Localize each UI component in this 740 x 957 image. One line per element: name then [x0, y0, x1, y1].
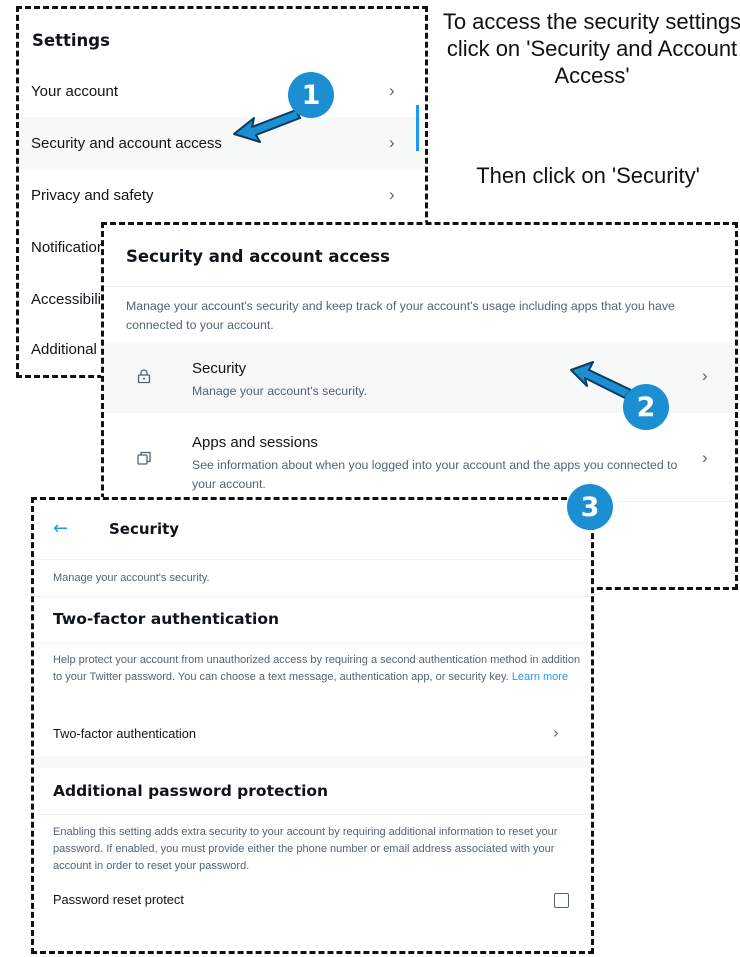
- chevron-right-icon: ›: [702, 366, 708, 385]
- instruction-text-2: Then click on 'Security': [476, 163, 700, 188]
- divider: [34, 814, 591, 815]
- settings-item-security-and-account-access[interactable]: Security and account access ›: [19, 117, 425, 169]
- settings-item-label: Your account: [31, 82, 119, 100]
- two-factor-row[interactable]: Two-factor authentication: [53, 726, 196, 741]
- chevron-right-icon: ›: [389, 133, 395, 152]
- password-reset-protect-checkbox[interactable]: [554, 893, 569, 908]
- security-panel: ← Security Manage your account's securit…: [31, 497, 594, 954]
- step-badge-3: 3: [567, 484, 613, 530]
- step-badge-2: 2: [623, 384, 669, 430]
- divider: [34, 643, 591, 644]
- chevron-right-icon: ›: [553, 724, 559, 742]
- apps-and-sessions-item[interactable]: Apps and sessions See information about …: [104, 420, 735, 498]
- divider: [34, 596, 591, 597]
- settings-title: Settings: [32, 31, 110, 50]
- apps-icon: [136, 450, 152, 471]
- step-badge-1: 1: [288, 72, 334, 118]
- settings-item-label: Privacy and safety: [31, 186, 154, 204]
- active-indicator: [416, 105, 419, 151]
- two-factor-heading: Two-factor authentication: [53, 610, 280, 628]
- security-title: Security: [109, 520, 180, 538]
- settings-item-privacy-and-safety[interactable]: Privacy and safety ›: [19, 169, 425, 221]
- security-item-title: Security: [192, 360, 247, 377]
- instruction-text-1: To access the security settings click on…: [442, 9, 740, 88]
- divider: [104, 286, 735, 287]
- back-arrow-icon[interactable]: ←: [53, 518, 68, 539]
- security-subtitle: Manage your account's security.: [53, 572, 210, 584]
- lock-icon: [136, 368, 152, 389]
- chevron-right-icon: ›: [389, 185, 395, 204]
- settings-item-label: Security and account access: [31, 134, 222, 152]
- chevron-right-icon: ›: [702, 448, 708, 467]
- settings-item-your-account[interactable]: Your account ›: [19, 65, 425, 117]
- security-access-description: Manage your account's security and keep …: [126, 299, 675, 332]
- section-separator: [34, 756, 591, 768]
- apps-and-sessions-subtitle: See information about when you logged in…: [192, 458, 678, 491]
- chevron-right-icon: ›: [389, 81, 395, 100]
- divider: [34, 559, 591, 560]
- two-factor-description: Help protect your account from unauthori…: [53, 654, 581, 683]
- password-protection-heading: Additional password protection: [53, 782, 329, 800]
- apps-and-sessions-title: Apps and sessions: [192, 434, 318, 451]
- learn-more-link[interactable]: Learn more: [512, 671, 568, 683]
- security-access-title: Security and account access: [126, 247, 390, 266]
- password-reset-protect-label: Password reset protect: [53, 892, 184, 907]
- password-protection-description: Enabling this setting adds extra securit…: [53, 826, 558, 872]
